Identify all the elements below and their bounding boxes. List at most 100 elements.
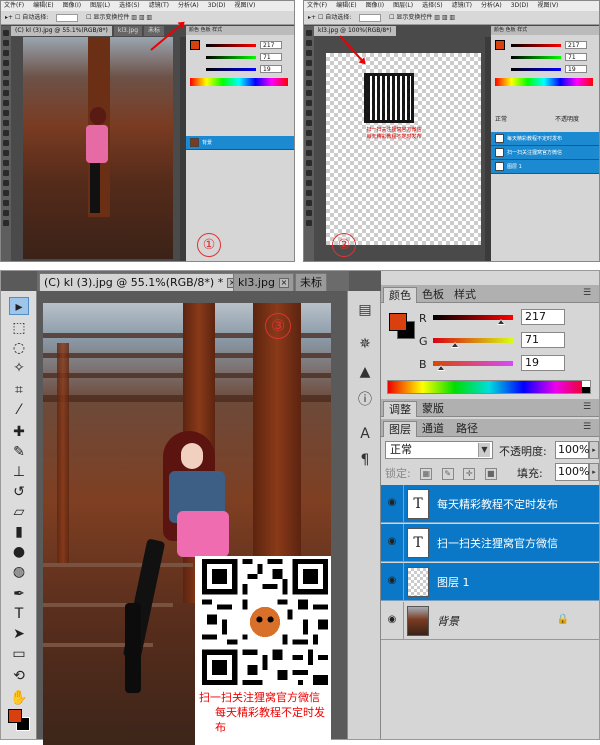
tab-color[interactable]: 颜色 <box>383 287 417 303</box>
tab-layers[interactable]: 图层 <box>383 421 417 437</box>
layer-row[interactable]: 图层 1 <box>491 160 599 174</box>
foreground-swatch[interactable] <box>190 40 200 50</box>
tab-styles[interactable]: 样式 <box>449 287 481 303</box>
crop-tool-icon[interactable]: ⌗ <box>9 381 29 399</box>
tab-masks[interactable]: 蒙版 <box>417 401 449 417</box>
marquee-tool-icon[interactable]: ⬚ <box>9 319 29 337</box>
tab-channels[interactable]: 通道 <box>417 421 449 437</box>
pen-tool-icon[interactable]: ✒ <box>9 585 29 603</box>
dodge-tool-icon[interactable]: ◍ <box>9 563 29 581</box>
layer-name: 每天精彩教程不定时发布 <box>437 498 558 511</box>
layer-name: 图层 1 <box>437 576 470 589</box>
layers-list: 背景 <box>186 126 294 150</box>
qr-overlay[interactable]: 扫一扫关注狸窝官方微信 每天精彩教程不定时发布 <box>195 556 331 745</box>
layer-row[interactable]: 背景 <box>186 136 294 150</box>
color-spectrum-bar[interactable] <box>387 380 591 394</box>
hand-tool-icon[interactable]: ✋ <box>9 689 29 707</box>
red-slider[interactable] <box>433 315 513 325</box>
green-value[interactable]: 71 <box>260 53 282 61</box>
shape-tool-icon[interactable]: ▭ <box>9 645 29 663</box>
3d-rotate-icon[interactable]: ⟲ <box>9 667 29 685</box>
eye-icon[interactable]: ◉ <box>385 614 399 626</box>
photo-canvas[interactable]: ③ 扫一扫关注狸窝官方微信 每天精彩教程不定时发布 <box>43 303 331 745</box>
eye-icon[interactable]: ◉ <box>385 497 399 509</box>
caption-line-2: 每天精彩教程不定时发布 <box>215 706 325 734</box>
foreground-swatch[interactable] <box>495 40 505 50</box>
red-value[interactable]: 217 <box>260 41 282 49</box>
panel-menu-icon[interactable]: ☰ <box>583 402 593 412</box>
green-value[interactable]: 71 <box>565 53 587 61</box>
doc-tab[interactable]: (C) kl (3).jpg @ 55.1%(RGB/8*) <box>11 26 112 36</box>
caption-line-1: 扫一扫关注狸窝官方微信 <box>199 691 320 704</box>
opacity-arrow-icon[interactable]: ▸ <box>589 441 599 459</box>
blend-mode[interactable]: 正常 <box>495 114 507 123</box>
type-tool-icon[interactable]: T <box>9 605 29 623</box>
blue-slider[interactable] <box>433 361 513 371</box>
blue-value-input[interactable]: 19 <box>521 355 565 371</box>
layer-row[interactable]: ◉ T 每天精彩教程不定时发布 <box>381 485 599 523</box>
panel-menu-icon[interactable]: ☰ <box>583 288 593 298</box>
path-select-icon[interactable]: ➤ <box>9 625 29 643</box>
lock-transparent-icon[interactable]: ▦ <box>420 468 433 480</box>
toolbox <box>1 26 11 261</box>
layer-row[interactable]: ◉ T 扫一扫关注狸窝官方微信 <box>381 524 599 562</box>
doc-tab[interactable]: 未标 <box>295 273 327 291</box>
foreground-color-swatch[interactable] <box>389 313 407 331</box>
layer-row[interactable]: 每天精彩教程不定时发布 <box>491 132 599 146</box>
lock-all-icon[interactable]: ■ <box>484 468 497 480</box>
history-icon[interactable]: ▤ <box>356 301 374 319</box>
doc-tab[interactable]: 未标 <box>144 26 165 36</box>
blend-mode-select[interactable]: 正常 ▼ <box>385 441 493 459</box>
paragraph-icon[interactable]: ¶ <box>356 451 374 469</box>
foreground-color-swatch[interactable] <box>8 709 22 723</box>
green-slider[interactable] <box>433 338 513 348</box>
layer-row[interactable]: ◉ 背景 🔒 <box>381 602 599 640</box>
panel-menu-icon[interactable]: ☰ <box>583 422 593 432</box>
navigator-icon[interactable]: ✵ <box>356 335 374 353</box>
tab-paths[interactable]: 路径 <box>451 421 483 437</box>
qr-caption: 扫一扫关注狸窝官方微信 每天精彩教程不定时发布 <box>195 690 331 735</box>
character-icon[interactable]: A <box>356 425 374 443</box>
eyedropper-icon[interactable]: ⁄ <box>9 401 29 419</box>
tab-adjustments[interactable]: 调整 <box>383 401 417 417</box>
image-layer-thumb <box>407 567 429 597</box>
lock-pixels-icon[interactable]: ✎ <box>441 468 454 480</box>
blue-value[interactable]: 19 <box>565 65 587 73</box>
fill-input[interactable]: 100% <box>555 463 589 481</box>
doc-tab[interactable]: kl3.jpg @ 100%(RGB/8*) <box>314 26 396 36</box>
blue-value[interactable]: 19 <box>260 65 282 73</box>
blur-tool-icon[interactable]: ● <box>9 543 29 561</box>
layer-row[interactable]: ◉ 图层 1 <box>381 563 599 601</box>
red-value[interactable]: 217 <box>565 41 587 49</box>
histogram-icon[interactable]: ▲ <box>356 363 374 381</box>
eye-icon[interactable]: ◉ <box>385 536 399 548</box>
close-icon[interactable]: × <box>278 278 289 288</box>
tab-swatches[interactable]: 色板 <box>417 287 449 303</box>
layer-row[interactable]: 扫一扫关注狸窝官方微信 <box>491 146 599 160</box>
lock-position-icon[interactable]: ✛ <box>463 468 476 480</box>
doc-tab-active[interactable]: (C) kl (3).jpg @ 55.1%(RGB/8*) *× <box>39 273 243 291</box>
lasso-tool-icon[interactable]: ◌ <box>9 339 29 357</box>
info-icon[interactable]: ⓘ <box>356 391 374 409</box>
options-bar: ▸+ ☐ 自动选择: ☐ 显示变换控件 ▥ ▥ ▥ <box>304 11 599 25</box>
layer-name: 扫一扫关注狸窝官方微信 <box>437 537 558 550</box>
eye-icon[interactable]: ◉ <box>385 575 399 587</box>
magic-wand-icon[interactable]: ✧ <box>9 359 29 377</box>
green-value-input[interactable]: 71 <box>521 332 565 348</box>
red-value-input[interactable]: 217 <box>521 309 565 325</box>
screenshot-step-1: 文件(F) 编辑(E) 图像(I) 图层(L) 选择(S) 滤镜(T) 分析(A) 3D(D)… <box>0 0 295 262</box>
fill-arrow-icon[interactable]: ▸ <box>589 463 599 481</box>
eraser-tool-icon[interactable]: ▱ <box>9 503 29 521</box>
step-number: ② <box>332 233 356 257</box>
stamp-tool-icon[interactable]: ⊥ <box>9 463 29 481</box>
doc-tab[interactable]: kl3.jpg <box>113 26 143 36</box>
gradient-tool-icon[interactable]: ▮ <box>9 523 29 541</box>
color-swatches[interactable] <box>8 709 30 731</box>
opacity-input[interactable]: 100% <box>555 441 589 459</box>
move-tool-icon[interactable]: ▸ <box>9 297 29 315</box>
brush-tool-icon[interactable]: ✎ <box>9 443 29 461</box>
photo-canvas <box>23 37 173 259</box>
doc-tab[interactable]: kl3.jpg × <box>233 273 294 291</box>
healing-brush-icon[interactable]: ✚ <box>9 423 29 441</box>
history-brush-icon[interactable]: ↺ <box>9 483 29 501</box>
